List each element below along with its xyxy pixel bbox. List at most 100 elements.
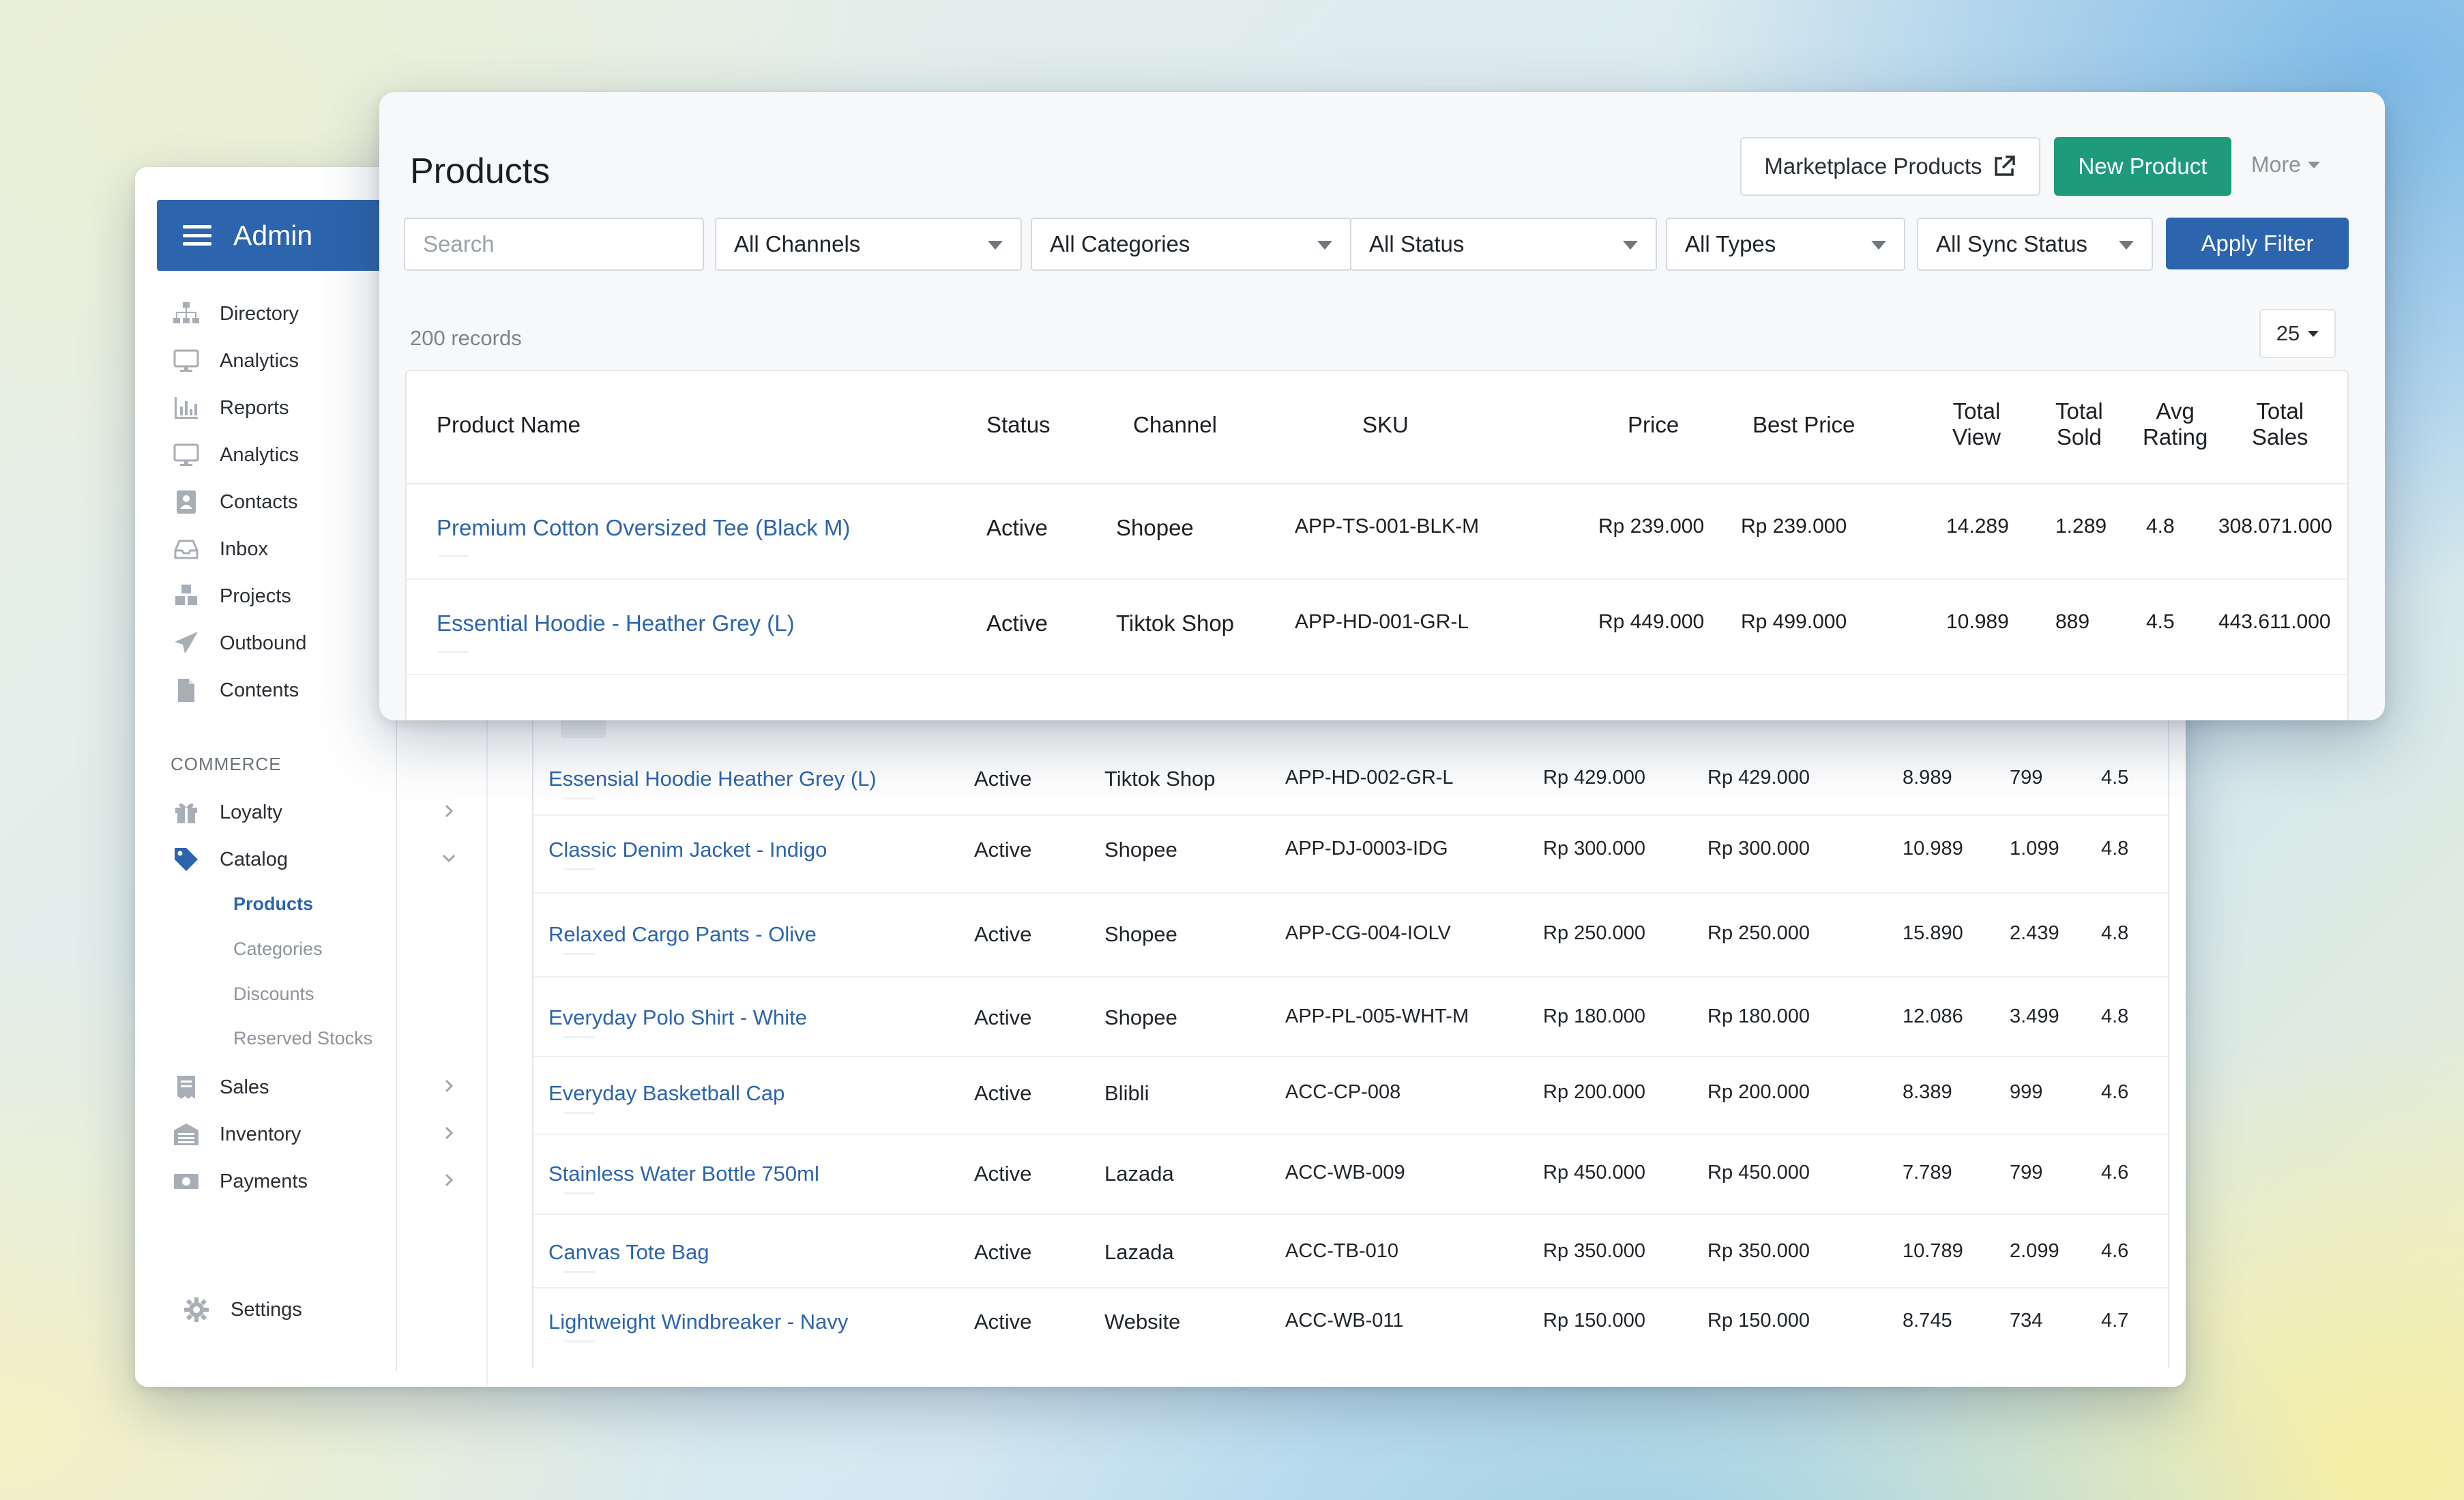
col-header-product-name[interactable]: Product Name <box>437 412 581 438</box>
col-header-total-sold[interactable]: Total Sold <box>2055 398 2103 450</box>
sidebar-item-label: Catalog <box>220 848 288 870</box>
col-header-line: Total <box>2256 398 2304 424</box>
tag-icon <box>171 846 202 873</box>
sidebar-item-loyalty[interactable]: Loyalty <box>171 793 471 832</box>
cell-status: Active <box>974 1240 1032 1264</box>
marketplace-products-label: Marketplace Products <box>1764 153 1982 179</box>
channel-select-value: All Channels <box>734 231 861 256</box>
sidebar-item-label: Projects <box>220 585 291 607</box>
cell-sold: 2.439 <box>2010 922 2059 944</box>
cell-sku: ACC-CP-008 <box>1285 1081 1401 1103</box>
chevron-right-icon[interactable] <box>441 1078 457 1094</box>
table-right-border <box>2168 720 2169 1368</box>
cell-sales: 443.611.000 <box>2218 611 2331 633</box>
cell-sku: APP-CG-004-IOLV <box>1285 922 1451 944</box>
cell-rating: 4.7 <box>2101 1310 2129 1332</box>
col-header-sku[interactable]: SKU <box>1362 412 1409 438</box>
category-select[interactable]: All Categories <box>1031 218 1351 271</box>
more-menu-button[interactable]: More <box>2251 152 2320 177</box>
cell-best-price: Rp 150.000 <box>1707 1310 1810 1332</box>
sidebar-subitem-products[interactable]: Products <box>233 894 313 915</box>
product-name-link[interactable]: Everyday Basketball Cap <box>548 1081 784 1106</box>
marketplace-products-button[interactable]: Marketplace Products <box>1740 137 2040 196</box>
sidebar-item-catalog[interactable]: Catalog <box>171 840 471 879</box>
cell-status: Active <box>974 838 1032 862</box>
row-divider <box>533 1287 2168 1289</box>
product-name-link[interactable]: Essensial Hoodie Heather Grey (L) <box>548 767 877 791</box>
sidebar-subitem-discounts[interactable]: Discounts <box>233 984 314 1005</box>
dropdown-caret-icon <box>1871 241 1886 250</box>
row-divider <box>533 892 2168 894</box>
sidebar-item-sales[interactable]: Sales <box>171 1068 471 1106</box>
chevron-right-icon[interactable] <box>441 1125 457 1141</box>
sidebar-item-label: Analytics <box>220 349 299 372</box>
cell-sku: ACC-TB-010 <box>1285 1240 1398 1262</box>
col-header-line: Total <box>2055 398 2103 424</box>
products-window: Products Marketplace Products New Produc… <box>379 92 2385 720</box>
sidebar-item-label: Reports <box>220 396 289 419</box>
product-name-link[interactable]: Stainless Water Bottle 750ml <box>548 1162 819 1186</box>
col-header-best-price[interactable]: Best Price <box>1752 412 1855 438</box>
sync-status-select[interactable]: All Sync Status <box>1917 218 2153 271</box>
cell-channel: Shopee <box>1104 838 1177 862</box>
cell-best-price: Rp 350.000 <box>1707 1240 1810 1262</box>
product-name-link[interactable]: Essential Hoodie - Heather Grey (L) <box>437 611 795 636</box>
search-input[interactable]: Search <box>404 218 704 271</box>
product-name-link[interactable]: Canvas Tote Bag <box>548 1240 709 1265</box>
table-row[interactable]: Essential Hoodie - Heather Grey (L) Activ… <box>407 580 2347 675</box>
status-select[interactable]: All Status <box>1350 218 1657 271</box>
row-divider <box>533 1056 2168 1057</box>
cell-status: Active <box>986 611 1048 636</box>
col-header-line: Total <box>1952 398 2001 424</box>
cell-price: Rp 449.000 <box>1598 611 1705 633</box>
chevron-down-icon[interactable] <box>441 850 457 866</box>
col-header-price[interactable]: Price <box>1628 412 1679 438</box>
type-select[interactable]: All Types <box>1666 218 1905 271</box>
product-name-link[interactable]: Everyday Polo Shirt - White <box>548 1005 807 1030</box>
col-header-avg-rating[interactable]: Avg Rating <box>2143 398 2208 450</box>
sidebar-item-payments[interactable]: Payments <box>171 1162 471 1201</box>
table-row[interactable]: Premium Cotton Oversized Tee (Black M) Ac… <box>407 484 2347 580</box>
cell-channel: Tiktok Shop <box>1116 611 1235 636</box>
chevron-right-icon[interactable] <box>441 803 457 819</box>
cell-best-price: Rp 300.000 <box>1707 838 1810 859</box>
sidebar-subitem-reserved-stocks[interactable]: Reserved Stocks <box>233 1028 372 1049</box>
cell-sold: 2.099 <box>2010 1240 2059 1262</box>
apply-filter-button[interactable]: Apply Filter <box>2166 218 2349 269</box>
product-name-link[interactable]: Relaxed Cargo Pants - Olive <box>548 922 817 947</box>
sidebar-item-inventory[interactable]: Inventory <box>171 1115 471 1153</box>
table-left-border <box>532 720 533 1368</box>
settings-label: Settings <box>231 1298 302 1321</box>
cell-price: Rp 350.000 <box>1543 1240 1645 1262</box>
row-placeholder-bar <box>563 1340 595 1342</box>
product-name-link[interactable]: Classic Denim Jacket - Indigo <box>548 838 827 862</box>
chevron-right-icon[interactable] <box>441 1172 457 1188</box>
sidebar-subitem-categories[interactable]: Categories <box>233 939 323 960</box>
product-name-link[interactable]: Premium Cotton Oversized Tee (Black M) <box>437 515 850 541</box>
cell-rating: 4.8 <box>2101 922 2129 944</box>
cell-sold: 889 <box>2055 611 2090 633</box>
sidebar-item-settings[interactable]: Settings <box>183 1296 302 1323</box>
channel-select[interactable]: All Channels <box>715 218 1022 271</box>
cell-views: 8.745 <box>1903 1310 1952 1332</box>
cell-sku: ACC-WB-011 <box>1285 1310 1404 1332</box>
cell-price: Rp 429.000 <box>1543 767 1645 789</box>
row-placeholder-bar <box>563 868 595 870</box>
col-header-status[interactable]: Status <box>986 412 1051 438</box>
bar-chart-icon <box>171 394 202 422</box>
inbox-icon <box>171 535 202 563</box>
col-header-total-sales[interactable]: Total Sales <box>2252 398 2308 450</box>
cell-sales: 308.071.000 <box>2218 515 2332 538</box>
row-placeholder-bar <box>563 797 595 799</box>
cell-best-price: Rp 180.000 <box>1707 1005 1810 1027</box>
per-page-select[interactable]: 25 <box>2259 309 2336 358</box>
new-product-button[interactable]: New Product <box>2054 137 2231 196</box>
hamburger-menu-icon[interactable] <box>183 225 211 246</box>
product-name-link[interactable]: Lightweight Windbreaker - Navy <box>548 1310 848 1334</box>
cubes-icon <box>171 583 202 610</box>
col-header-total-view[interactable]: Total View <box>1952 398 2001 450</box>
paper-plane-icon <box>171 630 202 657</box>
cell-sku: ACC-WB-009 <box>1285 1162 1405 1183</box>
col-header-channel[interactable]: Channel <box>1133 412 1217 438</box>
cell-channel: Shopee <box>1104 922 1177 946</box>
